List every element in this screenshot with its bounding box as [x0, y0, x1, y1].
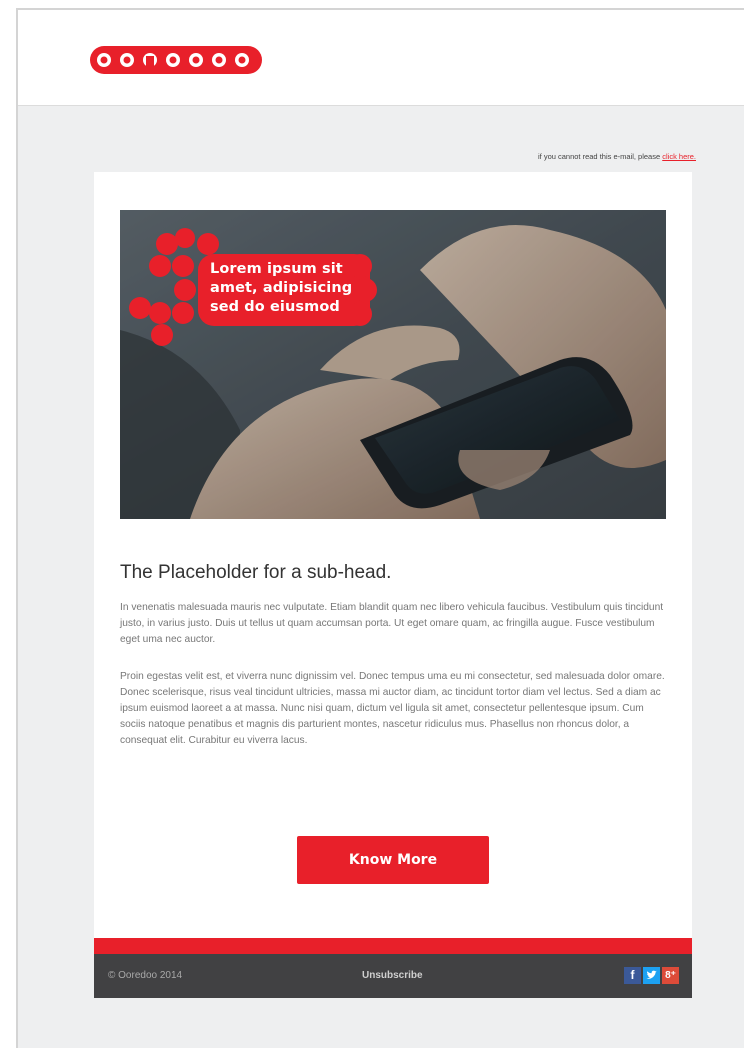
google-plus-icon[interactable]: 8⁺ [662, 967, 679, 984]
footer-accent-bar [94, 938, 692, 954]
facebook-icon[interactable]: f [624, 967, 641, 984]
click-here-link[interactable]: click here. [662, 152, 696, 161]
email-frame: if you cannot read this e-mail, please c… [16, 8, 744, 1048]
ooredoo-logo [90, 44, 262, 76]
hero-line-1: Lorem ipsum sit [210, 261, 343, 277]
preheader: if you cannot read this e-mail, please c… [538, 152, 696, 161]
hero-line-2: amet, adipisicing [210, 280, 353, 296]
body-paragraph-1: In venenatis malesuada mauris nec vulput… [120, 602, 664, 645]
body-paragraph-2: Proin egestas velit est, et viverra nunc… [120, 671, 665, 746]
email-card: Lorem ipsum sit amet, adipisicing sed do… [94, 172, 692, 938]
preheader-text: if you cannot read this e-mail, please [537, 152, 661, 161]
hero-image: Lorem ipsum sit amet, adipisicing sed do… [120, 210, 666, 519]
hero-line-3: sed do eiusmod [210, 299, 340, 315]
sub-head: The Placeholder for a sub-head. [120, 562, 392, 583]
twitter-icon[interactable] [643, 967, 660, 984]
hero-overlay-text: Lorem ipsum sit amet, adipisicing sed do… [210, 260, 380, 317]
copyright-text: © Ooredoo 2014 [108, 970, 183, 981]
email-footer: © Ooredoo 2014 Unsubscribe f 8⁺ [94, 954, 692, 998]
email-header [18, 10, 744, 106]
twitter-bird-icon [646, 970, 657, 979]
know-more-button[interactable]: Know More [297, 836, 489, 884]
unsubscribe-link[interactable]: Unsubscribe [362, 970, 423, 981]
